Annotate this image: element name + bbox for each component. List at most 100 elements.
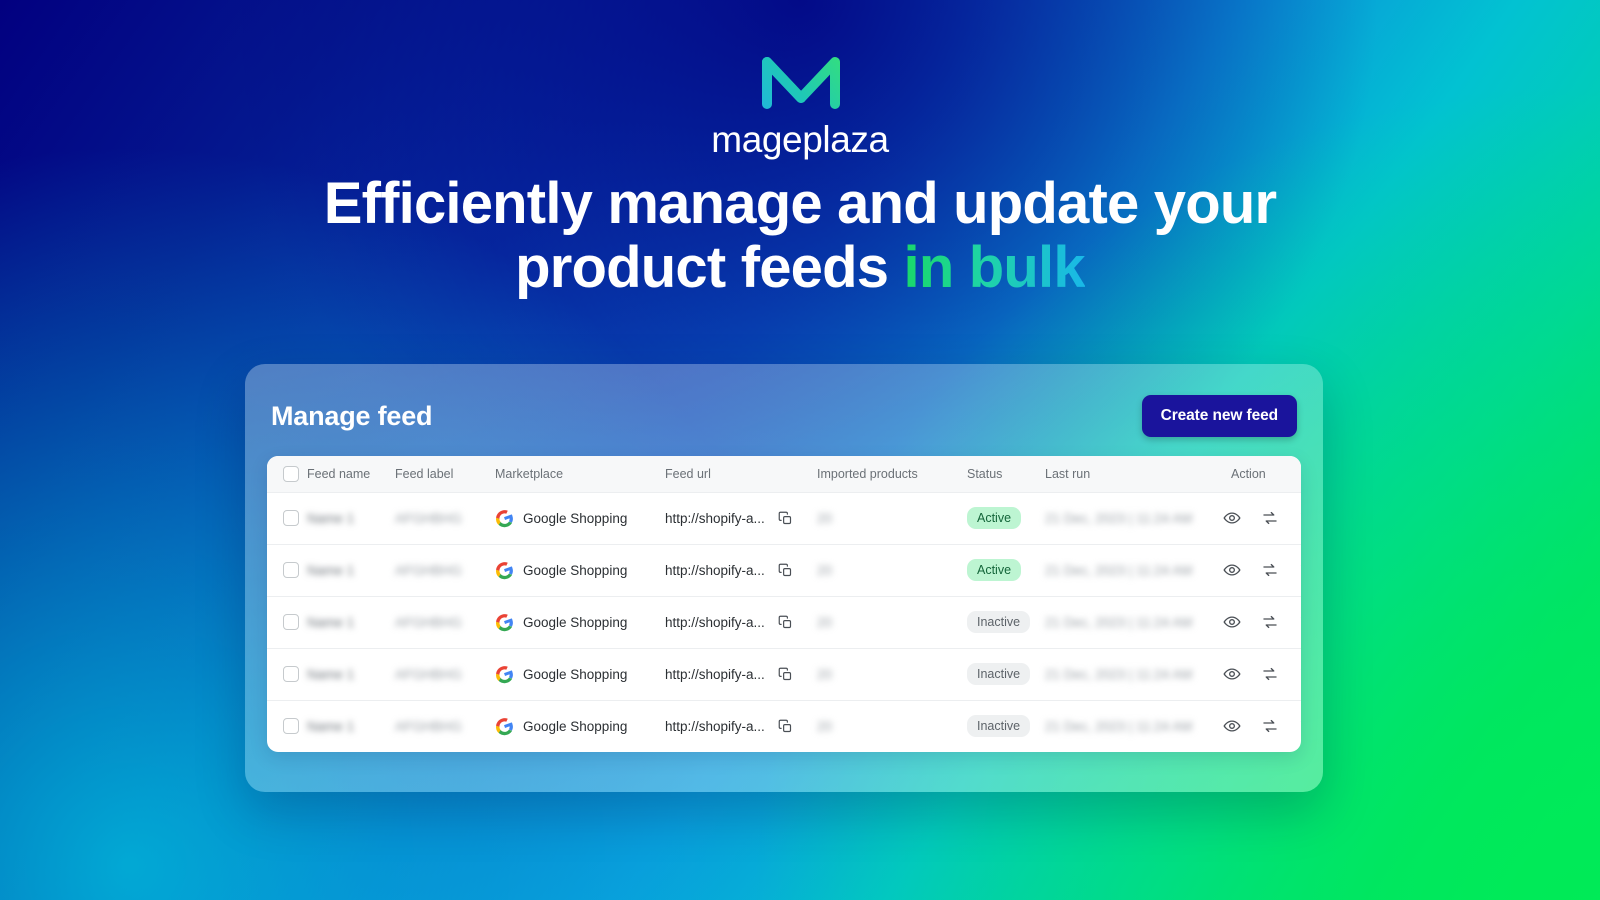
copy-icon[interactable] bbox=[778, 563, 793, 578]
cell-imported-products: 20 bbox=[817, 648, 967, 700]
cell-last-run: 21 Dec, 2023 | 11:24 AM bbox=[1045, 596, 1223, 648]
google-shopping-icon bbox=[495, 665, 513, 683]
copy-icon[interactable] bbox=[778, 511, 793, 526]
sync-icon[interactable] bbox=[1261, 561, 1279, 579]
cell-actions bbox=[1223, 596, 1301, 648]
marketplace-value: Google Shopping bbox=[523, 510, 628, 526]
table-row[interactable]: Name 1 AFGHBHG Google Shopping http://sh… bbox=[267, 648, 1301, 700]
create-new-feed-button[interactable]: Create new feed bbox=[1141, 395, 1297, 437]
select-all-checkbox[interactable] bbox=[283, 465, 299, 482]
card-header: Manage feed Create new feed bbox=[267, 392, 1301, 440]
column-header-imported-products[interactable]: Imported products bbox=[817, 456, 967, 492]
cell-imported-products: 20 bbox=[817, 544, 967, 596]
trash-icon[interactable] bbox=[1299, 509, 1301, 527]
table-row[interactable]: Name 1 AFGHBHG Google Shopping http://sh… bbox=[267, 492, 1301, 544]
trash-icon[interactable] bbox=[1299, 613, 1301, 631]
status-badge: Active bbox=[967, 559, 1022, 581]
sync-icon[interactable] bbox=[1261, 613, 1279, 631]
feed-url-value: http://shopify-a... bbox=[665, 614, 765, 630]
sync-icon[interactable] bbox=[1261, 665, 1279, 683]
sync-icon[interactable] bbox=[1261, 717, 1279, 735]
cell-actions bbox=[1223, 648, 1301, 700]
last-run-value: 21 Dec, 2023 | 11:24 AM bbox=[1045, 666, 1193, 682]
row-checkbox[interactable] bbox=[283, 614, 299, 630]
copy-icon[interactable] bbox=[778, 667, 793, 682]
feed-name-value: Name 1 bbox=[307, 666, 355, 682]
trash-icon[interactable] bbox=[1299, 717, 1301, 735]
imported-products-value: 20 bbox=[817, 510, 833, 526]
eye-icon[interactable] bbox=[1223, 665, 1241, 683]
cell-imported-products: 20 bbox=[817, 492, 967, 544]
cell-feed-label: AFGHBHG bbox=[395, 596, 495, 648]
headline-line-1: Efficiently manage and update your bbox=[323, 171, 1277, 236]
feed-label-value: AFGHBHG bbox=[395, 562, 462, 578]
google-shopping-icon bbox=[495, 613, 513, 631]
feed-label-value: AFGHBHG bbox=[395, 718, 462, 734]
marketplace-value: Google Shopping bbox=[523, 562, 628, 578]
trash-icon[interactable] bbox=[1299, 665, 1301, 683]
eye-icon[interactable] bbox=[1223, 561, 1241, 579]
row-select-cell bbox=[267, 544, 307, 596]
table-row[interactable]: Name 1 AFGHBHG Google Shopping http://sh… bbox=[267, 544, 1301, 596]
row-checkbox[interactable] bbox=[283, 562, 299, 578]
column-header-action: Action bbox=[1231, 466, 1266, 481]
status-badge: Active bbox=[967, 507, 1022, 529]
cell-feed-name: Name 1 bbox=[307, 648, 395, 700]
last-run-value: 21 Dec, 2023 | 11:24 AM bbox=[1045, 718, 1193, 734]
feed-url-value: http://shopify-a... bbox=[665, 510, 765, 526]
column-header-feed-label[interactable]: Feed label bbox=[395, 456, 495, 492]
feed-url-value: http://shopify-a... bbox=[665, 562, 765, 578]
feed-name-value: Name 1 bbox=[307, 718, 355, 734]
row-checkbox[interactable] bbox=[283, 666, 299, 682]
imported-products-value: 20 bbox=[817, 718, 833, 734]
copy-icon[interactable] bbox=[778, 615, 793, 630]
eye-icon[interactable] bbox=[1223, 717, 1241, 735]
row-select-cell bbox=[267, 596, 307, 648]
column-header-last-run[interactable]: Last run bbox=[1045, 456, 1223, 492]
cell-feed-url: http://shopify-a... bbox=[665, 596, 817, 648]
cell-feed-url: http://shopify-a... bbox=[665, 544, 817, 596]
row-select-cell bbox=[267, 700, 307, 752]
table-row[interactable]: Name 1 AFGHBHG Google Shopping http://sh… bbox=[267, 596, 1301, 648]
imported-products-value: 20 bbox=[817, 614, 833, 630]
feed-url-value: http://shopify-a... bbox=[665, 666, 765, 682]
marketplace-value: Google Shopping bbox=[523, 718, 628, 734]
cell-status: Inactive bbox=[967, 700, 1045, 752]
status-badge: Inactive bbox=[967, 663, 1031, 685]
row-select-cell bbox=[267, 492, 307, 544]
table-row[interactable]: Name 1 AFGHBHG Google Shopping http://sh… bbox=[267, 700, 1301, 752]
column-header-feed-url[interactable]: Feed url bbox=[665, 456, 817, 492]
select-all-header bbox=[267, 456, 307, 492]
cell-imported-products: 20 bbox=[817, 700, 967, 752]
eye-icon[interactable] bbox=[1223, 509, 1241, 527]
cell-marketplace: Google Shopping bbox=[495, 648, 665, 700]
last-run-value: 21 Dec, 2023 | 11:24 AM bbox=[1045, 510, 1193, 526]
column-header-status[interactable]: Status bbox=[967, 456, 1045, 492]
sync-icon[interactable] bbox=[1261, 509, 1279, 527]
google-shopping-icon bbox=[495, 509, 513, 527]
trash-icon[interactable] bbox=[1299, 561, 1301, 579]
cell-feed-name: Name 1 bbox=[307, 492, 395, 544]
column-header-marketplace[interactable]: Marketplace bbox=[495, 456, 665, 492]
cell-status: Active bbox=[967, 544, 1045, 596]
feed-name-value: Name 1 bbox=[307, 562, 355, 578]
cell-marketplace: Google Shopping bbox=[495, 492, 665, 544]
cell-status: Inactive bbox=[967, 596, 1045, 648]
marketplace-value: Google Shopping bbox=[523, 614, 628, 630]
row-select-cell bbox=[267, 648, 307, 700]
column-header-feed-name[interactable]: Feed name bbox=[307, 456, 395, 492]
cell-last-run: 21 Dec, 2023 | 11:24 AM bbox=[1045, 544, 1223, 596]
feed-name-value: Name 1 bbox=[307, 510, 355, 526]
row-checkbox[interactable] bbox=[283, 718, 299, 735]
cell-status: Inactive bbox=[967, 648, 1045, 700]
status-badge: Inactive bbox=[967, 715, 1031, 738]
cell-marketplace: Google Shopping bbox=[495, 544, 665, 596]
row-checkbox[interactable] bbox=[283, 510, 299, 526]
cell-marketplace: Google Shopping bbox=[495, 596, 665, 648]
feeds-table-container: Feed name Feed label Marketplace Feed ur… bbox=[267, 456, 1301, 752]
eye-icon[interactable] bbox=[1223, 613, 1241, 631]
cell-actions bbox=[1223, 492, 1301, 544]
card-title: Manage feed bbox=[271, 400, 433, 431]
manage-feed-card: Manage feed Create new feed Feed name Fe… bbox=[245, 364, 1323, 792]
copy-icon[interactable] bbox=[778, 719, 793, 734]
